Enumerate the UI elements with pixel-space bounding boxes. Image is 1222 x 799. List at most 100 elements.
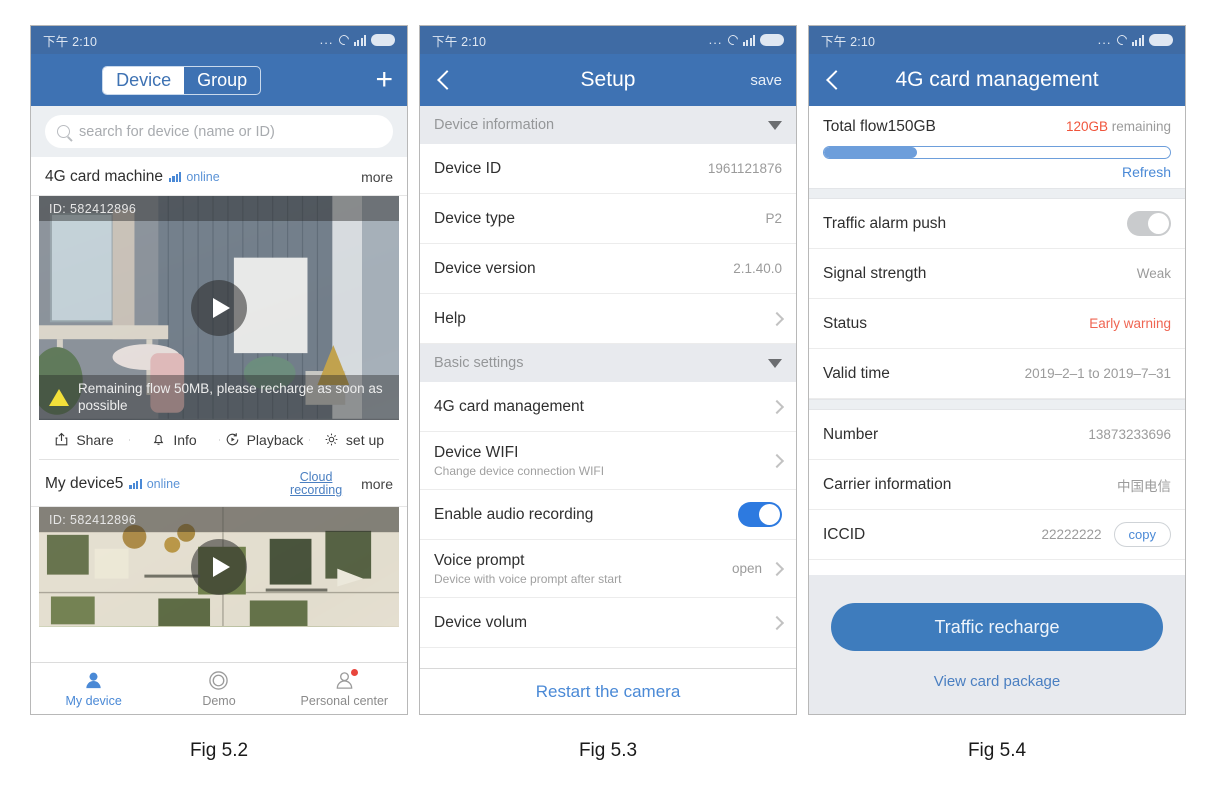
- camera-icon: [83, 670, 104, 691]
- signal-bars-icon: [742, 34, 755, 46]
- video-preview-1[interactable]: ID: 582412896 Remaining flow 50MB, pleas…: [39, 196, 399, 420]
- row-signal-strength: Signal strength Weak: [809, 249, 1185, 299]
- back-icon[interactable]: [823, 69, 845, 91]
- row-voice-prompt[interactable]: Voice prompt Device with voice prompt af…: [420, 540, 796, 598]
- row-value: 中国电信: [1117, 478, 1171, 494]
- circle-lens-icon: [208, 670, 229, 691]
- setup-button[interactable]: set up: [309, 432, 399, 448]
- phone-screen-setup: 下午 2:10 ... Setup save Device informatio…: [419, 25, 797, 715]
- lens-glyph: [209, 670, 229, 690]
- row-device-volume[interactable]: Device volum: [420, 598, 796, 648]
- row-label: Carrier information: [823, 475, 952, 493]
- signal-bars-icon: [353, 34, 366, 46]
- replay-icon: [226, 433, 238, 446]
- remaining-flow-label: 120GB remaining: [1066, 119, 1171, 134]
- cloud-recording-link[interactable]: Cloud recording: [285, 471, 347, 497]
- restart-camera-button[interactable]: Restart the camera: [420, 668, 796, 714]
- video-warning-banner: Remaining flow 50MB, please recharge as …: [39, 375, 399, 420]
- device-name: My device5: [45, 475, 124, 492]
- row-device-type: Device type P2: [420, 194, 796, 244]
- signal-icon: [169, 172, 182, 182]
- page-title: 4G card management: [895, 68, 1099, 91]
- back-icon[interactable]: [434, 69, 456, 91]
- chevron-down-icon: [768, 358, 782, 368]
- row-device-wifi[interactable]: Device WIFI Change device connection WIF…: [420, 432, 796, 490]
- add-device-button[interactable]: +: [375, 65, 393, 95]
- row-label: Status: [823, 314, 867, 332]
- info-button[interactable]: Info: [129, 432, 219, 448]
- setup-list: Device information Device ID 1961121876 …: [420, 106, 796, 648]
- save-button[interactable]: save: [750, 72, 782, 89]
- dots-icon: ...: [319, 32, 334, 47]
- status-bar-icons: ...: [319, 32, 395, 47]
- section-divider: [809, 188, 1185, 199]
- search-icon: [57, 125, 70, 138]
- battery-icon: [760, 34, 784, 46]
- loading-circle-icon: [1114, 33, 1129, 47]
- nav-bar-4g-card: 4G card management: [809, 54, 1185, 106]
- chevron-down-icon: [768, 120, 782, 130]
- copy-button[interactable]: copy: [1113, 522, 1171, 547]
- row-status: Status Early warning: [809, 299, 1185, 349]
- device-header-1: 4G card machine online more: [31, 157, 407, 196]
- search-box[interactable]: search for device (name or ID): [45, 115, 393, 148]
- chevron-right-icon: [769, 311, 785, 326]
- battery-icon: [371, 34, 395, 46]
- bottom-tab-bar: My device Demo Personal center: [31, 662, 407, 714]
- flow-summary-top: Total flow150GB 120GB remaining: [823, 118, 1171, 136]
- dots-icon: ...: [1097, 32, 1112, 47]
- row-label: Voice prompt: [434, 551, 525, 569]
- device-more-button[interactable]: more: [361, 476, 393, 492]
- refresh-button[interactable]: Refresh: [823, 164, 1171, 180]
- view-card-package-link[interactable]: View card package: [831, 673, 1163, 690]
- status-bar: 下午 2:10 ...: [420, 26, 796, 54]
- search-input[interactable]: search for device (name or ID): [79, 124, 275, 140]
- row-iccid: ICCID 22222222 copy: [809, 510, 1185, 560]
- device-more-button[interactable]: more: [361, 169, 393, 185]
- play-button[interactable]: [191, 539, 247, 595]
- notification-badge: [350, 668, 358, 676]
- gear-icon: [325, 433, 338, 446]
- phone-screen-device-list: 下午 2:10 ... Device Group + search for de…: [30, 25, 408, 715]
- signal-icon: [129, 479, 142, 489]
- section-title: Device information: [434, 117, 555, 133]
- device-group-segmented-control[interactable]: Device Group: [102, 65, 262, 95]
- tab-demo[interactable]: Demo: [156, 670, 281, 708]
- status-bar-icons: ...: [709, 33, 784, 47]
- status-bar: 下午 2:10 ...: [31, 26, 407, 54]
- audio-recording-toggle[interactable]: [738, 502, 782, 527]
- row-label: ICCID: [823, 525, 866, 543]
- tab-group[interactable]: Group: [184, 67, 260, 94]
- row-help[interactable]: Help: [420, 294, 796, 344]
- row-sublabel: Device with voice prompt after start: [434, 571, 622, 586]
- row-number: Number 13873233696: [809, 410, 1185, 460]
- device-status: online: [146, 477, 181, 491]
- loading-circle-icon: [725, 33, 740, 47]
- playback-button[interactable]: Playback: [219, 432, 309, 448]
- device-header-2: My device5 online Cloud recording more: [31, 460, 407, 507]
- play-button[interactable]: [191, 280, 247, 336]
- traffic-recharge-button[interactable]: Traffic recharge: [831, 603, 1163, 651]
- row-value: 2.1.40.0: [733, 261, 782, 276]
- nav-bar-device-list: Device Group +: [31, 54, 407, 106]
- row-4g-card-management[interactable]: 4G card management: [420, 382, 796, 432]
- tab-my-device[interactable]: My device: [31, 670, 156, 708]
- row-label: Enable audio recording: [434, 505, 594, 523]
- tab-personal-center[interactable]: Personal center: [282, 668, 407, 708]
- remaining-flow-suffix: remaining: [1107, 119, 1171, 134]
- row-value: P2: [765, 211, 782, 226]
- row-label: Traffic alarm push: [823, 214, 947, 232]
- tab-device[interactable]: Device: [103, 66, 185, 94]
- video-preview-2[interactable]: ID: 582412896: [39, 507, 399, 627]
- section-header-device-information[interactable]: Device information: [420, 106, 796, 144]
- device-status: online: [186, 170, 220, 184]
- figure-sheet: 下午 2:10 ... Device Group + search for de…: [0, 0, 1222, 799]
- share-button[interactable]: Share: [39, 432, 129, 448]
- traffic-alarm-toggle[interactable]: [1127, 211, 1171, 236]
- row-value: open: [731, 561, 762, 576]
- section-header-basic-settings[interactable]: Basic settings: [420, 344, 796, 382]
- setup-label: set up: [345, 431, 385, 448]
- section-title: Basic settings: [434, 355, 524, 371]
- row-label: Device volum: [434, 613, 528, 631]
- chevron-right-icon: [769, 453, 785, 468]
